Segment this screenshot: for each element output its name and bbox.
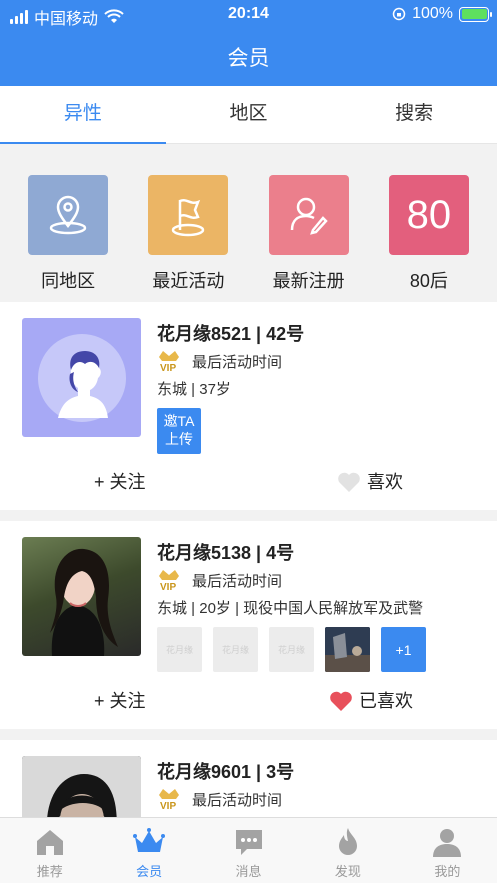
member-photo — [50, 548, 118, 656]
user-edit-icon — [290, 197, 328, 235]
like-label: 已喜欢 — [359, 691, 413, 711]
last-active-time: 最后活动时间 — [192, 792, 283, 809]
person-icon — [433, 829, 462, 857]
more-photos-button[interactable]: +1 — [381, 627, 426, 672]
nav-messages[interactable]: 消息 — [199, 818, 298, 883]
invite-label: 邀TA — [163, 413, 195, 429]
tab-opposite-sex[interactable]: 异性 — [0, 86, 166, 144]
status-bar: 中国移动 20:14 100% — [0, 0, 497, 30]
tab-region[interactable]: 地区 — [166, 86, 332, 143]
nav-label: 会员 — [136, 864, 163, 879]
avatar[interactable] — [22, 537, 141, 656]
avatar[interactable] — [22, 756, 141, 817]
last-active-time: 最后活动时间 — [192, 573, 283, 590]
avatar[interactable] — [22, 318, 141, 437]
location-icon — [49, 195, 87, 235]
category-icon-box — [28, 175, 109, 255]
category-post-80s[interactable]: 80 80后 — [374, 160, 484, 295]
tab-search[interactable]: 搜索 — [331, 86, 497, 143]
nav-recommend[interactable]: 推荐 — [0, 818, 99, 883]
category-row: 同地区 最近活动 最新注册 80 80后 — [0, 160, 497, 295]
nav-mine[interactable]: 我的 — [398, 818, 497, 883]
member-card[interactable]: 花月缘8521 | 42号 VIP 最后活动时间 东城 | 37岁 邀TA 上传… — [0, 302, 497, 510]
svg-text:VIP: VIP — [160, 363, 176, 373]
like-button[interactable]: 喜欢 — [337, 464, 403, 500]
vip-crown-icon: VIP — [159, 789, 179, 811]
member-name: 花月缘9601 | 3号 — [157, 762, 295, 782]
heart-filled-icon — [330, 691, 352, 711]
battery-icon — [459, 6, 492, 22]
photo-thumbnail[interactable]: 花月缘 — [157, 627, 202, 672]
vip-crown-icon: VIP — [159, 351, 179, 373]
default-avatar-icon — [38, 334, 126, 422]
category-icon-box — [268, 175, 349, 255]
filter-tabs: 异性 地区 搜索 — [0, 86, 497, 144]
follow-button[interactable]: + 关注 — [94, 683, 146, 719]
svg-text:VIP: VIP — [160, 801, 176, 811]
category-recent-activity[interactable]: 最近活动 — [133, 160, 243, 295]
member-card[interactable]: 花月缘9601 | 3号 VIP 最后活动时间 — [0, 740, 497, 817]
member-info: 东城 | 37岁 — [157, 381, 231, 398]
follow-button[interactable]: + 关注 — [94, 464, 146, 500]
category-label: 同地区 — [41, 271, 96, 291]
flag-icon — [172, 199, 205, 237]
nav-discover[interactable]: 发现 — [298, 818, 397, 883]
photo-thumbnail[interactable]: 花月缘 — [269, 627, 314, 672]
home-icon — [36, 830, 63, 855]
member-name: 花月缘5138 | 4号 — [157, 543, 295, 563]
photo-image — [325, 627, 370, 672]
nav-label: 消息 — [235, 864, 262, 879]
photo-thumbnail[interactable]: 花月缘 — [213, 627, 258, 672]
nav-label: 我的 — [434, 864, 461, 879]
invite-upload-button[interactable]: 邀TA 上传 — [157, 408, 201, 454]
bottom-nav: 推荐 会员 消息 发现 我的 — [0, 817, 497, 883]
flame-icon — [338, 828, 357, 855]
category-label: 最近活动 — [152, 271, 225, 291]
orientation-lock-icon — [392, 7, 406, 21]
page-title: 会员 — [227, 47, 270, 70]
category-label: 最新注册 — [272, 271, 345, 291]
category-newest-registered[interactable]: 最新注册 — [254, 160, 364, 295]
upload-label: 上传 — [165, 431, 193, 447]
vip-crown-icon: VIP — [159, 570, 179, 592]
heart-icon — [338, 472, 360, 492]
category-number: 80 — [406, 192, 452, 237]
member-info: 东城 | 20岁 | 现役中国人民解放军及武警 — [157, 600, 424, 617]
category-same-area[interactable]: 同地区 — [13, 160, 123, 295]
nav-members[interactable]: 会员 — [99, 818, 198, 883]
nav-label: 发现 — [334, 864, 361, 879]
nav-label: 推荐 — [36, 864, 63, 879]
last-active-time: 最后活动时间 — [192, 354, 283, 371]
category-label: 80后 — [409, 271, 448, 291]
svg-text:VIP: VIP — [160, 582, 176, 592]
photo-thumbnails: 花月缘 花月缘 花月缘 +1 — [157, 627, 426, 672]
app-header: 中国移动 20:14 100% 会员 — [0, 0, 497, 86]
member-name: 花月缘8521 | 42号 — [157, 324, 305, 344]
battery-percent: 100% — [412, 5, 453, 22]
card-actions: + 关注 喜欢 — [0, 464, 497, 500]
member-card[interactable]: 花月缘5138 | 4号 VIP 最后活动时间 东城 | 20岁 | 现役中国人… — [0, 521, 497, 729]
photo-thumbnail[interactable] — [325, 627, 370, 672]
category-icon-box: 80 — [388, 175, 469, 255]
liked-button[interactable]: 已喜欢 — [329, 683, 413, 719]
like-label: 喜欢 — [367, 472, 403, 492]
crown-icon — [133, 828, 166, 852]
message-icon — [235, 830, 262, 855]
card-actions: + 关注 已喜欢 — [0, 683, 497, 719]
category-icon-box — [148, 175, 229, 255]
member-photo — [22, 756, 141, 817]
